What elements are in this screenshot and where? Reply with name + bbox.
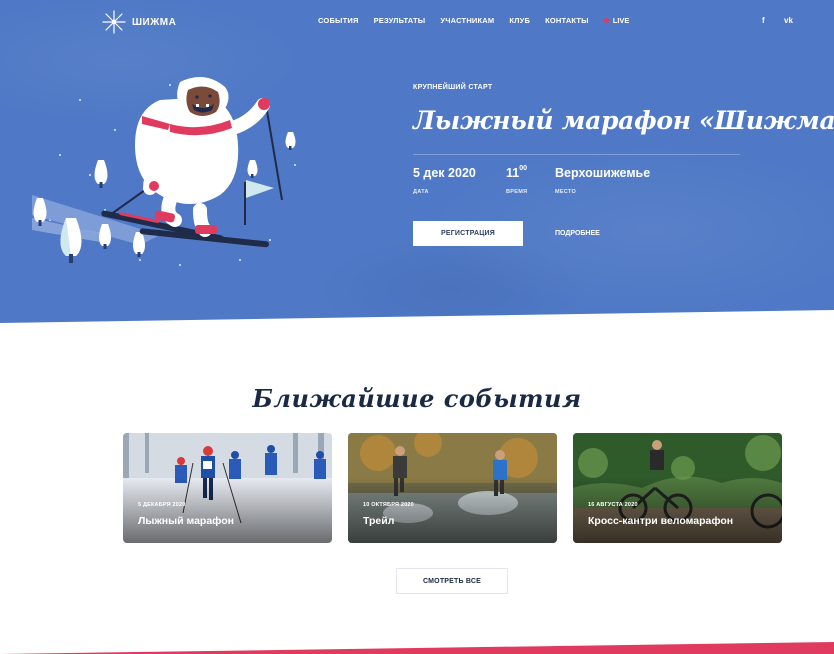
brand-name: ШИЖМА	[132, 16, 177, 28]
hero-time: 1100 ВРЕМЯ	[506, 165, 528, 195]
event-card-title: Трейл	[363, 515, 395, 527]
event-card-title: Лыжный марафон	[138, 515, 234, 527]
facebook-icon[interactable]: f	[762, 16, 765, 25]
nav-item-contacts[interactable]: КОНТАКТЫ	[545, 16, 589, 25]
view-all-events-button[interactable]: СМОТРЕТЬ ВСЕ	[396, 568, 508, 594]
more-details-link[interactable]: ПОДРОБНЕЕ	[555, 221, 600, 246]
register-button[interactable]: РЕГИСТРАЦИЯ	[413, 221, 523, 246]
snowflake-logo-icon	[102, 10, 126, 34]
event-card-trail[interactable]: 10 ОКТЯБРЯ 2020 Трейл	[348, 433, 557, 543]
footer-accent-band	[0, 642, 834, 654]
main-nav: СОБЫТИЯ РЕЗУЛЬТАТЫ УЧАСТНИКАМ КЛУБ КОНТА…	[318, 16, 629, 25]
hero-place: Верхошижемье МЕСТО	[555, 166, 650, 195]
hero-place-value: Верхошижемье	[555, 166, 651, 180]
event-card-xc-bike[interactable]: 16 АВГУСТА 2020 Кросс-кантри веломарафон	[573, 433, 782, 543]
event-card-ski-marathon[interactable]: 5 ДЕКАБРЯ 2020 Лыжный марафон	[123, 433, 332, 543]
nav-item-results[interactable]: РЕЗУЛЬТАТЫ	[374, 16, 426, 25]
yeti-skier-illustration	[32, 77, 296, 266]
nav-item-live[interactable]: LIVE	[603, 16, 630, 25]
live-dot-icon	[603, 18, 609, 23]
hero-place-label: МЕСТО	[555, 189, 577, 195]
hero-banner: ШИЖМА СОБЫТИЯ РЕЗУЛЬТАТЫ УЧАСТНИКАМ КЛУБ…	[0, 0, 834, 323]
nav-item-events[interactable]: СОБЫТИЯ	[318, 16, 359, 25]
hero-date-value: 5 дек 2020	[413, 166, 476, 180]
hero-date-label: ДАТА	[413, 189, 429, 195]
event-card-date: 5 ДЕКАБРЯ 2020	[138, 502, 186, 508]
hero-title: Лыжный марафон «Шижма»	[413, 106, 834, 135]
top-navigation-bar: ШИЖМА СОБЫТИЯ РЕЗУЛЬТАТЫ УЧАСТНИКАМ КЛУБ…	[0, 0, 834, 44]
nav-item-club[interactable]: КЛУБ	[509, 16, 530, 25]
hero-time-minutes: 00	[519, 165, 528, 172]
nav-item-participants[interactable]: УЧАСТНИКАМ	[440, 16, 494, 25]
event-card-date: 10 ОКТЯБРЯ 2020	[363, 502, 414, 508]
hero-time-label: ВРЕМЯ	[506, 189, 528, 195]
event-card-date: 16 АВГУСТА 2020	[588, 502, 638, 508]
events-section-title: Ближайшие события	[252, 384, 582, 413]
brand-logo[interactable]: ШИЖМА	[102, 10, 176, 34]
hero-time-hours: 11	[506, 166, 520, 180]
hero-time-value: 1100	[506, 165, 528, 180]
event-card-title: Кросс-кантри веломарафон	[588, 515, 734, 527]
hero-divider	[413, 154, 740, 155]
live-label: LIVE	[612, 16, 630, 25]
vk-icon[interactable]: vk	[784, 16, 793, 25]
hero-date: 5 дек 2020 ДАТА	[413, 166, 476, 195]
hero-kicker: КРУПНЕЙШИЙ СТАРТ	[413, 84, 493, 91]
